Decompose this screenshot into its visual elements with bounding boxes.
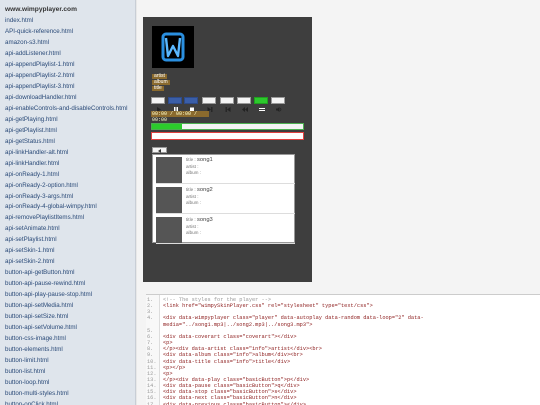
- volume-bar[interactable]: [151, 132, 304, 140]
- song-album-label: album :: [186, 230, 202, 235]
- sidebar-link[interactable]: button-api-play-pause-stop.html: [0, 290, 135, 301]
- song-title-line: title : song3: [186, 217, 213, 223]
- title-info: title: [152, 85, 164, 91]
- mute-button[interactable]: [271, 97, 285, 112]
- song-title-label: title :: [186, 157, 196, 162]
- play-icon: [156, 99, 161, 112]
- previous-button[interactable]: [220, 97, 234, 112]
- previous-icon: [225, 99, 231, 112]
- sidebar-link[interactable]: button-loop.html: [0, 378, 135, 389]
- wimpy-logo-icon: [152, 26, 194, 68]
- time-display: 00:00 / 00:00 / 00:00: [151, 111, 209, 123]
- pause-button[interactable]: [168, 97, 182, 112]
- wimpy-player: artist album title 00:00 / 00:00 / 00:00…: [143, 17, 312, 282]
- song-artist-label: artist :: [186, 164, 199, 169]
- sidebar-link[interactable]: api-downloadHandler.html: [0, 93, 135, 104]
- code-text: <div data-previous class="basicButton"><…: [163, 401, 307, 405]
- shuffle-icon: [259, 99, 265, 111]
- cover-art: [152, 26, 194, 68]
- sidebar-link[interactable]: api-appendPlaylist-2.html: [0, 71, 135, 82]
- song-title: song3: [196, 217, 213, 223]
- sidebar-link[interactable]: amazon-s3.html: [0, 38, 135, 49]
- sidebar-link[interactable]: api-linkHandler.html: [0, 159, 135, 170]
- sidebar-link[interactable]: button-api-setMedia.html: [0, 301, 135, 312]
- progress-bar[interactable]: [151, 123, 304, 130]
- line-number: 17.: [147, 401, 157, 405]
- sidebar-nav: www.wimpyplayer.com index.html API-quick-…: [0, 0, 136, 405]
- pause-icon: [173, 99, 178, 112]
- song-thumbnail: [156, 157, 182, 183]
- song-album-label: album :: [186, 200, 202, 205]
- sidebar-link[interactable]: api-enableControls-and-disableControls.h…: [0, 104, 135, 115]
- stop-button[interactable]: [184, 97, 198, 112]
- sidebar-link[interactable]: button-css-image.html: [0, 334, 135, 345]
- sidebar-link[interactable]: api-addListener.html: [0, 49, 135, 60]
- sidebar-link[interactable]: api-appendPlaylist-1.html: [0, 60, 135, 71]
- sidebar-link[interactable]: api-setSkin-1.html: [0, 246, 135, 257]
- song-title-label: title :: [186, 217, 196, 222]
- sidebar-link[interactable]: api-setSkin-2.html: [0, 257, 135, 268]
- site-title-link[interactable]: www.wimpyplayer.com: [0, 0, 135, 16]
- sidebar-link[interactable]: button-api-pause-rewind.html: [0, 279, 135, 290]
- sidebar-link[interactable]: api-appendPlaylist-3.html: [0, 82, 135, 93]
- next-button[interactable]: [202, 97, 216, 112]
- sidebar-link[interactable]: api-getStatus.html: [0, 137, 135, 148]
- rewind-button[interactable]: [237, 97, 251, 112]
- chevron-left-icon: [158, 149, 161, 153]
- sidebar-link[interactable]: button-list.html: [0, 367, 135, 378]
- sidebar-link[interactable]: api-linkHandler-alt.html: [0, 148, 135, 159]
- song-artist-label: artist :: [186, 194, 199, 199]
- song-artist-label: artist :: [186, 224, 199, 229]
- playlist-prev-button[interactable]: [152, 147, 167, 153]
- sidebar-link[interactable]: api-onReady-1.html: [0, 170, 135, 181]
- main-content: artist album title 00:00 / 00:00 / 00:00…: [137, 0, 540, 405]
- sidebar-link[interactable]: api-onReady-4-global-wimpy.html: [0, 202, 135, 213]
- next-icon: [207, 99, 213, 112]
- rewind-icon: [242, 99, 248, 112]
- sidebar-link-list: index.html API-quick-reference.html amazon…: [0, 16, 135, 405]
- sidebar-link[interactable]: api-onReady-3-args.html: [0, 192, 135, 203]
- sidebar-link[interactable]: button-elements.html: [0, 345, 135, 356]
- playlist-item[interactable]: title : song1 artist : album :: [156, 156, 295, 184]
- sidebar-link[interactable]: button-api-setVolume.html: [0, 323, 135, 334]
- song-title-line: title : song1: [186, 157, 213, 163]
- song-thumbnail: [156, 187, 182, 213]
- progress-fill: [152, 124, 183, 129]
- sidebar-link[interactable]: api-getPlaylist.html: [0, 126, 135, 137]
- sidebar-link[interactable]: api-onReady-2-option.html: [0, 181, 135, 192]
- stop-icon: [189, 99, 194, 112]
- sidebar-link[interactable]: button-api-getButton.html: [0, 268, 135, 279]
- sidebar-link[interactable]: API-quick-reference.html: [0, 27, 135, 38]
- code-listing: 1. <!-- The styles for the player --> 2. <…: [146, 294, 540, 405]
- playlist: title : song1 artist : album : title : song…: [152, 154, 295, 244]
- speaker-icon: [276, 99, 282, 112]
- sidebar-link[interactable]: index.html: [0, 16, 135, 27]
- playlist-item[interactable]: title : song2 artist : album :: [156, 186, 295, 214]
- sidebar-link[interactable]: button-api-setSize.html: [0, 312, 135, 323]
- sidebar-link[interactable]: api-setAnimate.html: [0, 224, 135, 235]
- song-thumbnail: [156, 217, 182, 243]
- sidebar-link[interactable]: api-setPlaylist.html: [0, 235, 135, 246]
- sidebar-link[interactable]: api-removePlaylistItems.html: [0, 213, 135, 224]
- shuffle-button[interactable]: [254, 97, 268, 111]
- play-button[interactable]: [151, 97, 165, 112]
- song-title-label: title :: [186, 187, 196, 192]
- code-line: 17. <div data-previous class="basicButto…: [146, 402, 540, 405]
- sidebar-link[interactable]: button-limit.html: [0, 356, 135, 367]
- playlist-item[interactable]: title : song3 artist : album :: [156, 216, 295, 244]
- song-album-label: album :: [186, 170, 202, 175]
- sidebar-link[interactable]: button-multi-styles.html: [0, 389, 135, 400]
- song-title-line: title : song2: [186, 187, 213, 193]
- song-title: song2: [196, 187, 213, 193]
- song-title: song1: [196, 157, 213, 163]
- player-controls: [151, 97, 286, 112]
- sidebar-link[interactable]: button-onClick.html: [0, 400, 135, 405]
- sidebar-link[interactable]: api-getPlaying.html: [0, 115, 135, 126]
